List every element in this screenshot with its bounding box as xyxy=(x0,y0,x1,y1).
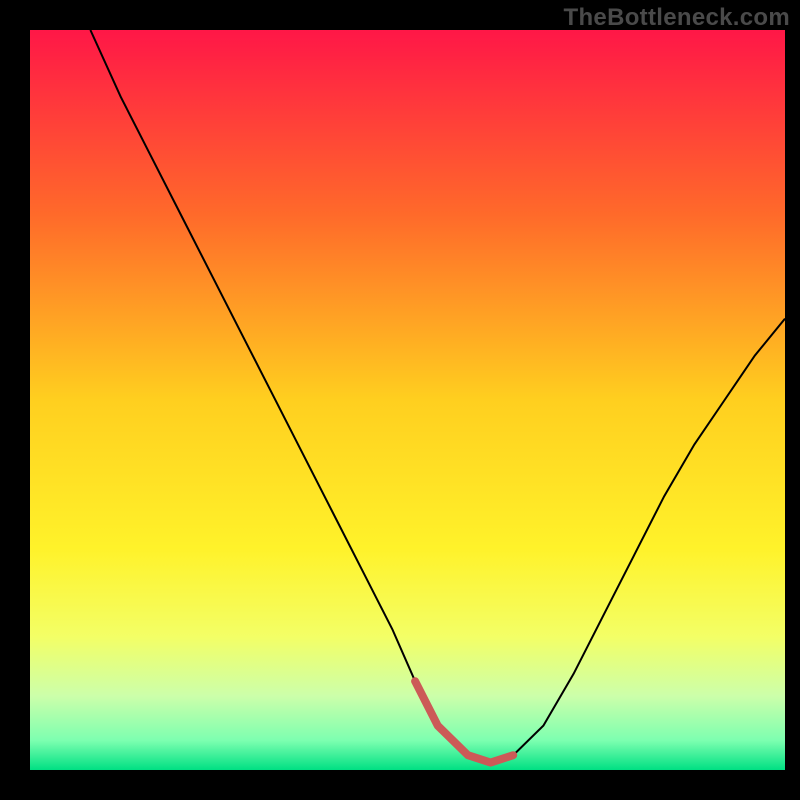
watermark-text: TheBottleneck.com xyxy=(564,4,790,32)
bottleneck-chart xyxy=(0,0,800,800)
chart-frame: TheBottleneck.com xyxy=(0,0,800,800)
